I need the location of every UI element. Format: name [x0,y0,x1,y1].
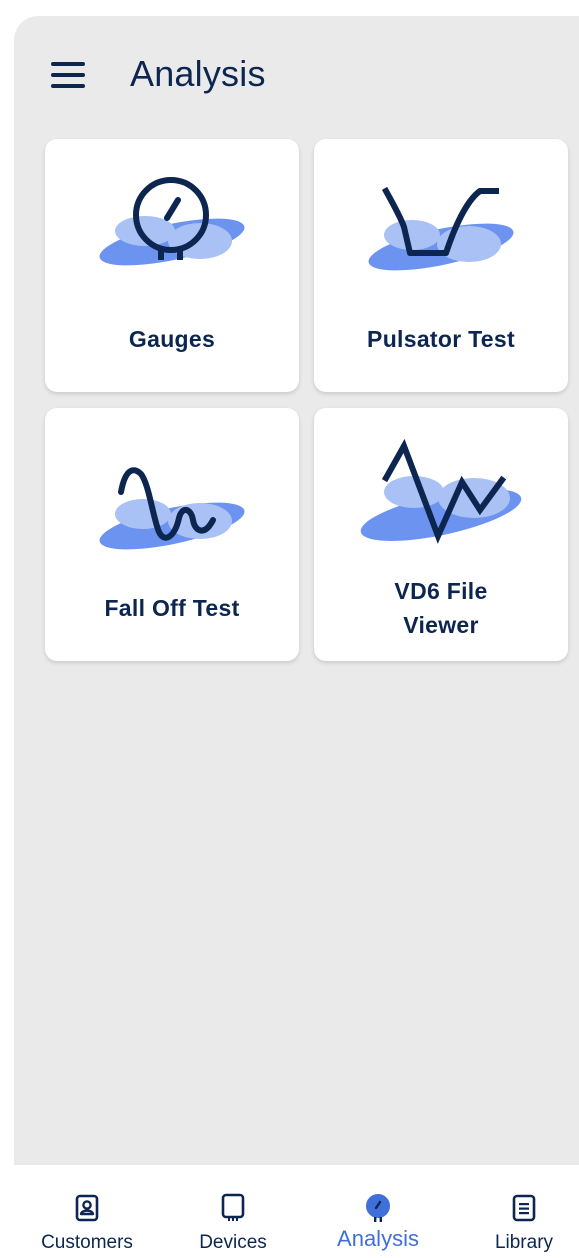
nav-label: Library [494,1232,554,1253]
nav-item-library[interactable]: Library [452,1165,579,1258]
card-label: Fall Off Test [104,595,240,621]
nav-item-devices[interactable]: Devices [161,1165,305,1258]
card-label: Pulsator Test [367,326,515,352]
gauge-icon [366,1194,390,1222]
document-icon [512,1194,536,1222]
nav-label: Devices [199,1232,267,1253]
hamburger-menu-icon[interactable] [50,60,86,90]
card-gauges[interactable]: Gauges [45,139,299,392]
card-pulsator-test[interactable]: Pulsator Test [314,139,568,392]
card-fall-off-test[interactable]: Fall Off Test [45,408,299,661]
fall-off-wave-icon [99,467,245,550]
pulsator-curve-icon [368,186,514,271]
card-label: Gauges [128,326,216,352]
card-label: VD6 File Viewer [394,578,488,638]
app-screen: Analysis Gauges Pulsator Test Fall Off T… [14,16,579,1165]
card-vd6-file-viewer[interactable]: VD6 File Viewer [314,408,568,661]
nav-item-analysis[interactable]: Analysis [306,1165,450,1258]
gauge-icon [99,177,245,266]
device-icon [221,1193,245,1221]
page-title: Analysis [130,53,266,94]
nav-label: Customers [41,1232,133,1253]
contact-card-icon [75,1194,99,1222]
top-app-bar: Analysis [14,16,579,126]
bottom-navigation: Customers Devices Analysis Library [0,1165,579,1258]
nav-item-customers[interactable]: Customers [15,1165,159,1258]
zigzag-graph-icon [360,438,522,544]
nav-label: Analysis [337,1226,419,1251]
